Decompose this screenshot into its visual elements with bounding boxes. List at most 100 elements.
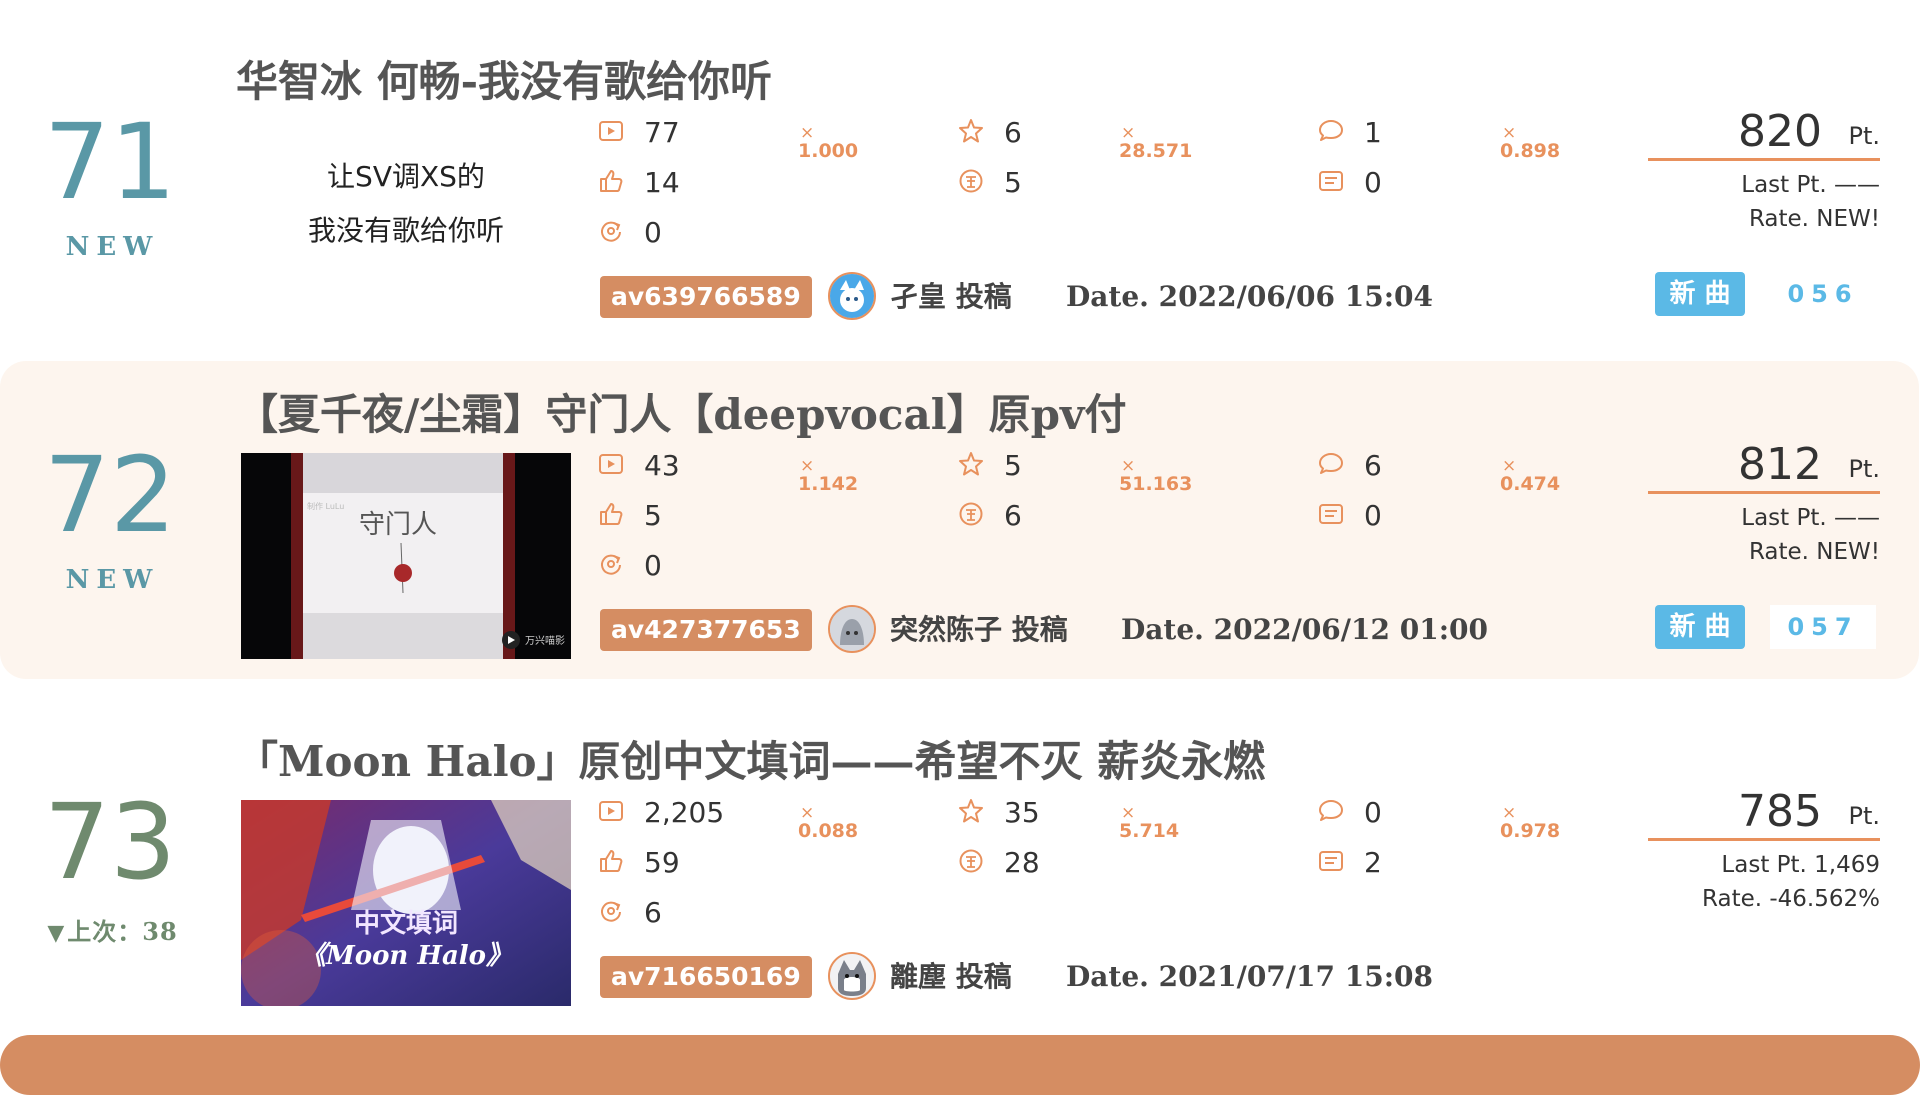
video-title[interactable]: 【夏千夜/尘霜】守门人【deepvocal】原pv付 <box>236 381 1126 442</box>
rank-number: 73 <box>43 781 177 903</box>
favorites-multiplier: × 5.714 <box>1119 803 1180 842</box>
uploader-name[interactable]: 孑皇 投稿 <box>890 276 1012 318</box>
share-icon <box>601 901 621 922</box>
favorites-multiplier: × 51.163 <box>1119 456 1193 495</box>
uploader-avatar[interactable] <box>828 605 876 653</box>
play-icon <box>599 121 623 141</box>
ranking-entry: 71 NEW 华智冰 何畅-我没有歌给你听 让SV调XS的 我没有歌给你听 77… <box>0 0 1920 330</box>
views-multiplier-value: 1.000 <box>798 140 859 162</box>
danmaku-count: 0 <box>1364 499 1382 532</box>
comments-count: 0 <box>1364 796 1382 829</box>
av-id-badge[interactable]: av639766589 <box>600 276 812 318</box>
ranking-entry: 72 NEW 【夏千夜/尘霜】守门人【deepvocal】原pv付 守门人 制作… <box>0 333 1920 679</box>
points-box: 785 Pt. <box>1648 782 1880 841</box>
rank-status: ▼上次：38 <box>40 912 185 947</box>
favorites-count: 5 <box>1004 449 1022 482</box>
coin-icon <box>959 849 983 873</box>
thumb-up-icon <box>600 503 623 525</box>
thumbnail-title-text: 守门人 <box>359 510 437 540</box>
last-points: Last Pt. 1,469 <box>1721 852 1880 878</box>
points-value: 820 <box>1738 106 1822 157</box>
last-points: Last Pt. —— <box>1741 505 1880 531</box>
play-icon <box>599 454 623 474</box>
favorites-multiplier-value: 51.163 <box>1119 473 1193 495</box>
points-unit: Pt. <box>1848 455 1880 483</box>
video-thumbnail[interactable]: 守门人 制作 LuLu 万兴喵影 <box>241 453 571 659</box>
danmaku-icon <box>1319 171 1343 191</box>
new-song-badge: 新 曲 <box>1655 272 1745 316</box>
thumbnail-line: 中文填词 <box>354 908 458 939</box>
last-points: Last Pt. —— <box>1741 172 1880 198</box>
comments-count: 1 <box>1364 116 1382 149</box>
uploader-avatar[interactable] <box>828 272 876 320</box>
comments-multiplier-value: 0.978 <box>1500 820 1561 842</box>
views-multiplier-value: 0.088 <box>798 820 859 842</box>
thumbnail-image: 守门人 制作 LuLu 万兴喵影 <box>241 453 571 659</box>
coins-count: 5 <box>1004 166 1022 199</box>
comments-multiplier: × 0.978 <box>1500 803 1561 842</box>
comments-count: 6 <box>1364 449 1382 482</box>
comment-icon <box>1319 453 1343 474</box>
comments-multiplier: × 0.474 <box>1500 456 1561 495</box>
favorites-multiplier-value: 28.571 <box>1119 140 1193 162</box>
shares-count: 0 <box>644 549 662 582</box>
thumb-up-icon <box>600 170 623 192</box>
likes-count: 59 <box>644 846 680 879</box>
views-multiplier-value: 1.142 <box>798 473 859 495</box>
danmaku-count: 2 <box>1364 846 1382 879</box>
thumbnail-line: 让SV调XS的 <box>327 160 485 193</box>
coin-icon <box>959 502 983 526</box>
comments-multiplier-value: 0.474 <box>1500 473 1561 495</box>
new-song-badge: 新 曲 <box>1655 605 1745 649</box>
video-title[interactable]: 华智冰 何畅-我没有歌给你听 <box>236 48 772 109</box>
bottom-bar <box>0 1035 1920 1095</box>
new-song-number: 057 <box>1770 605 1876 649</box>
comment-icon <box>1319 800 1343 821</box>
uploader-name[interactable]: 突然陈子 投稿 <box>890 609 1068 651</box>
likes-count: 5 <box>644 499 662 532</box>
coins-count: 28 <box>1004 846 1040 879</box>
rank-status: NEW <box>65 565 160 595</box>
uploader-name[interactable]: 離塵 投稿 <box>890 956 1012 998</box>
coins-count: 6 <box>1004 499 1022 532</box>
star-icon <box>959 799 983 823</box>
rank-number: 71 <box>43 101 177 223</box>
star-icon <box>959 452 983 476</box>
views-multiplier: × 1.142 <box>798 456 859 495</box>
rank-status: NEW <box>65 232 160 262</box>
favorites-count: 6 <box>1004 116 1022 149</box>
danmaku-icon <box>1319 504 1343 524</box>
points-value: 785 <box>1738 786 1822 837</box>
thumbnail-credit-text: 制作 LuLu <box>307 501 344 511</box>
rank-number: 72 <box>43 434 177 556</box>
new-song-number: 056 <box>1770 272 1876 316</box>
uploader-avatar[interactable] <box>828 952 876 1000</box>
thumbnail-line: 《Moon Halo》 <box>300 941 512 971</box>
favorites-multiplier: × 28.571 <box>1119 123 1193 162</box>
av-id-badge[interactable]: av427377653 <box>600 609 812 651</box>
likes-count: 14 <box>644 166 680 199</box>
favorites-multiplier-value: 5.714 <box>1119 820 1180 842</box>
upload-date: Date. 2022/06/12 01:00 <box>1121 613 1488 646</box>
comments-multiplier-value: 0.898 <box>1500 140 1561 162</box>
av-id-badge[interactable]: av716650169 <box>600 956 812 998</box>
play-icon <box>599 801 623 821</box>
rate: Rate. NEW! <box>1748 539 1880 565</box>
video-thumbnail-text[interactable]: 让SV调XS的 我没有歌给你听 <box>241 150 571 258</box>
video-thumbnail[interactable]: 中文填词 《Moon Halo》 <box>241 800 571 1006</box>
points-unit: Pt. <box>1848 802 1880 830</box>
danmaku-count: 0 <box>1364 166 1382 199</box>
rank-down-icon: ▼ <box>47 920 66 946</box>
views-count: 43 <box>644 449 680 482</box>
share-icon <box>601 221 621 242</box>
points-box: 812 Pt. <box>1648 435 1880 494</box>
video-title[interactable]: 「Moon Halo」原创中文填词——希望不灭 薪炎永燃 <box>236 728 1265 789</box>
avatar-image <box>830 954 874 998</box>
avatar-image <box>830 607 874 651</box>
danmaku-icon <box>1319 851 1343 871</box>
star-icon <box>959 119 983 143</box>
shares-count: 0 <box>644 216 662 249</box>
points-box: 820 Pt. <box>1648 102 1880 161</box>
ranking-entry: 73 ▼上次：38 「Moon Halo」原创中文填词——希望不灭 薪炎永燃 中… <box>0 680 1920 1010</box>
views-count: 2,205 <box>644 796 725 829</box>
